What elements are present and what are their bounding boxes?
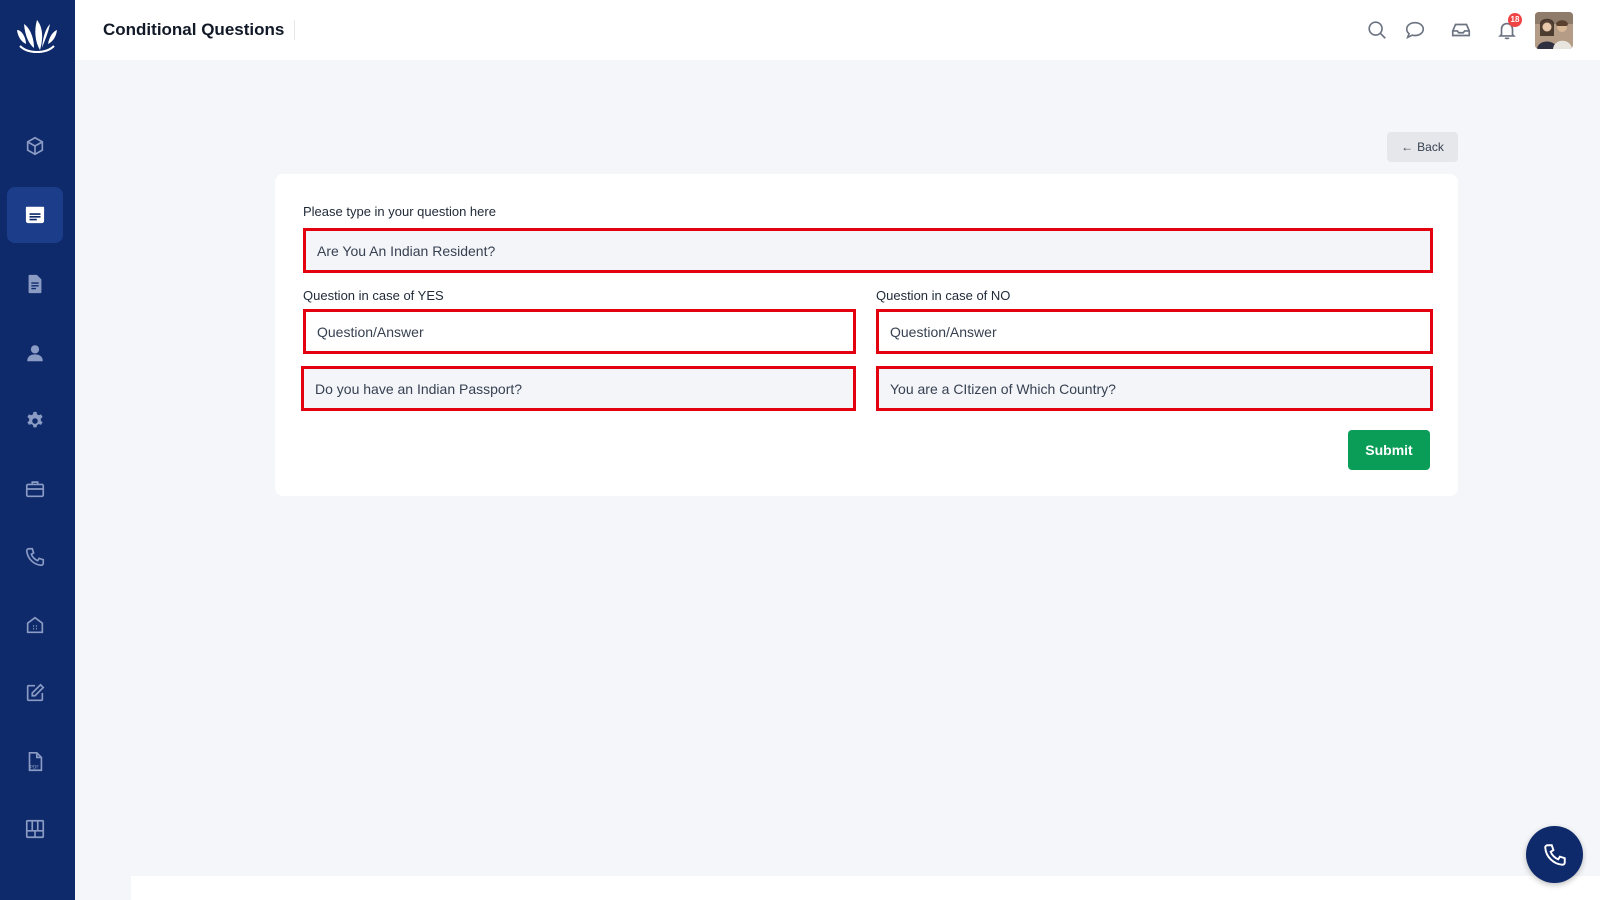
inbox-button[interactable] [1449,18,1473,42]
phone-icon [1543,843,1566,866]
briefcase-icon [25,481,45,498]
edit-icon [26,683,45,702]
inbox-icon [1451,23,1471,37]
yes-question-input[interactable] [301,366,856,411]
main-question-label: Please type in your question here [303,204,496,219]
sidebar-item-users[interactable] [7,325,63,381]
call-fab-button[interactable] [1526,826,1583,883]
yes-type-field[interactable] [303,309,856,354]
user-icon [27,345,43,362]
sidebar-item-forms[interactable] [7,187,63,243]
no-type-field[interactable] [876,309,1433,354]
search-icon [1368,21,1386,39]
grid-icon [25,819,45,839]
building-icon [26,616,44,634]
cube-icon [26,136,44,156]
main-question-input[interactable] [303,228,1433,273]
back-button-label: Back [1417,140,1444,154]
sidebar-item-cube[interactable] [7,118,63,174]
chat-button[interactable] [1403,18,1427,42]
no-question-label: Question in case of NO [876,288,1011,303]
conditional-question-card: Please type in your question here Questi… [275,174,1458,496]
phone-icon [25,547,45,567]
sidebar-item-calls[interactable] [7,529,63,585]
sidebar-item-documents[interactable] [7,256,63,312]
no-question-input[interactable] [876,366,1433,411]
notification-badge: 18 [1508,13,1522,27]
avatar[interactable] [1535,12,1573,49]
gear-icon [27,411,43,428]
form-icon [25,206,45,224]
sidebar: PDF [0,0,75,900]
sidebar-item-edit[interactable] [7,665,63,721]
sidebar-item-grid[interactable] [7,801,63,857]
footer-strip [131,876,1600,900]
sidebar-item-pdf[interactable]: PDF [7,734,63,790]
arrow-left-icon: ← [1401,140,1414,154]
back-button[interactable]: ← Back [1387,132,1458,162]
search-button[interactable] [1365,18,1389,42]
sidebar-item-company[interactable] [7,597,63,653]
logo-icon[interactable] [14,16,60,56]
page-title: Conditional Questions [103,20,296,40]
sidebar-item-settings[interactable] [7,393,63,449]
sidebar-item-jobs[interactable] [7,461,63,517]
yes-question-label: Question in case of YES [303,288,444,303]
submit-button[interactable]: Submit [1348,430,1430,470]
svg-text:PDF: PDF [30,764,39,770]
pdf-icon: PDF [28,752,43,772]
chat-icon [1405,21,1425,39]
document-icon [28,274,42,294]
